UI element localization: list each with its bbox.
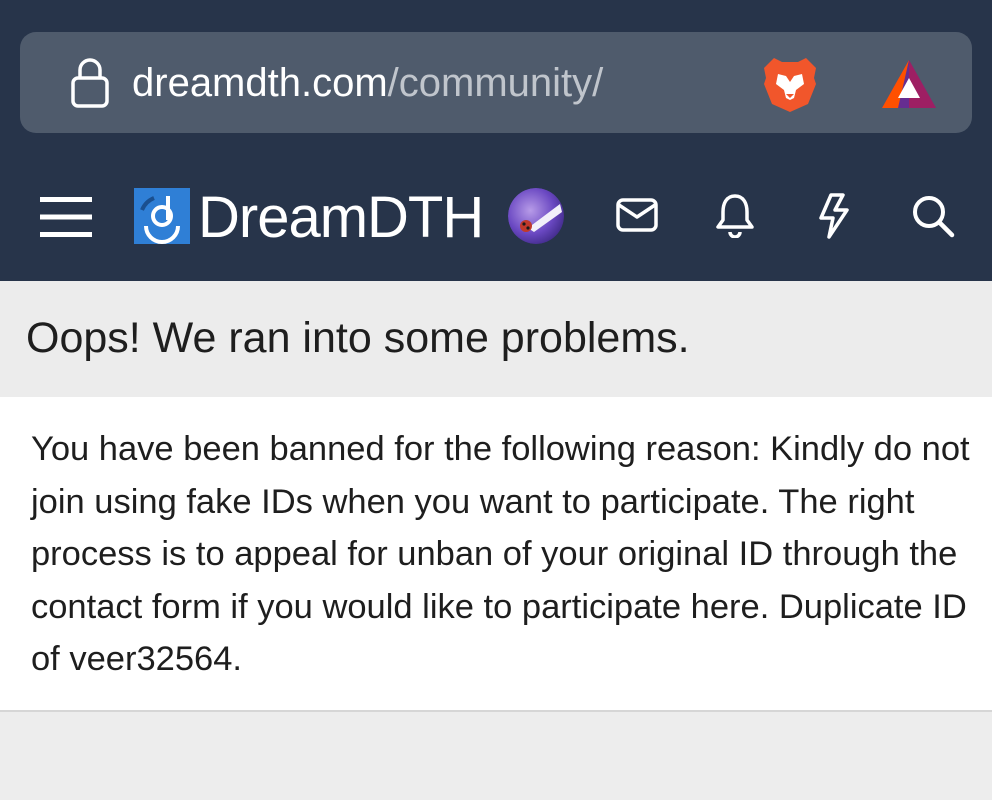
menu-icon[interactable] xyxy=(40,195,92,239)
browser-chrome: dreamdth.com/community/ xyxy=(0,0,992,160)
error-body-block: You have been banned for the following r… xyxy=(0,397,992,712)
mail-icon[interactable] xyxy=(615,197,659,233)
ban-reason-message: You have been banned for the following r… xyxy=(31,430,970,678)
lock-icon xyxy=(71,58,109,108)
avatar[interactable] xyxy=(508,188,564,244)
site-header: DreamDTH xyxy=(0,160,992,281)
search-icon[interactable] xyxy=(910,193,956,239)
url-host: dreamdth.com xyxy=(132,61,388,105)
bolt-icon[interactable] xyxy=(815,192,853,240)
bell-icon[interactable] xyxy=(715,192,755,238)
site-logo-text[interactable]: DreamDTH xyxy=(198,186,484,250)
brave-lion-icon[interactable] xyxy=(762,54,818,114)
error-title: Oops! We ran into some problems. xyxy=(26,314,690,362)
bat-rewards-icon[interactable] xyxy=(880,58,938,110)
url-text[interactable]: dreamdth.com/community/ xyxy=(132,58,603,108)
url-bar[interactable]: dreamdth.com/community/ xyxy=(20,32,972,133)
error-title-block: Oops! We ran into some problems. xyxy=(0,281,992,397)
logo-icon[interactable] xyxy=(134,188,190,244)
url-path: /community/ xyxy=(387,61,604,105)
